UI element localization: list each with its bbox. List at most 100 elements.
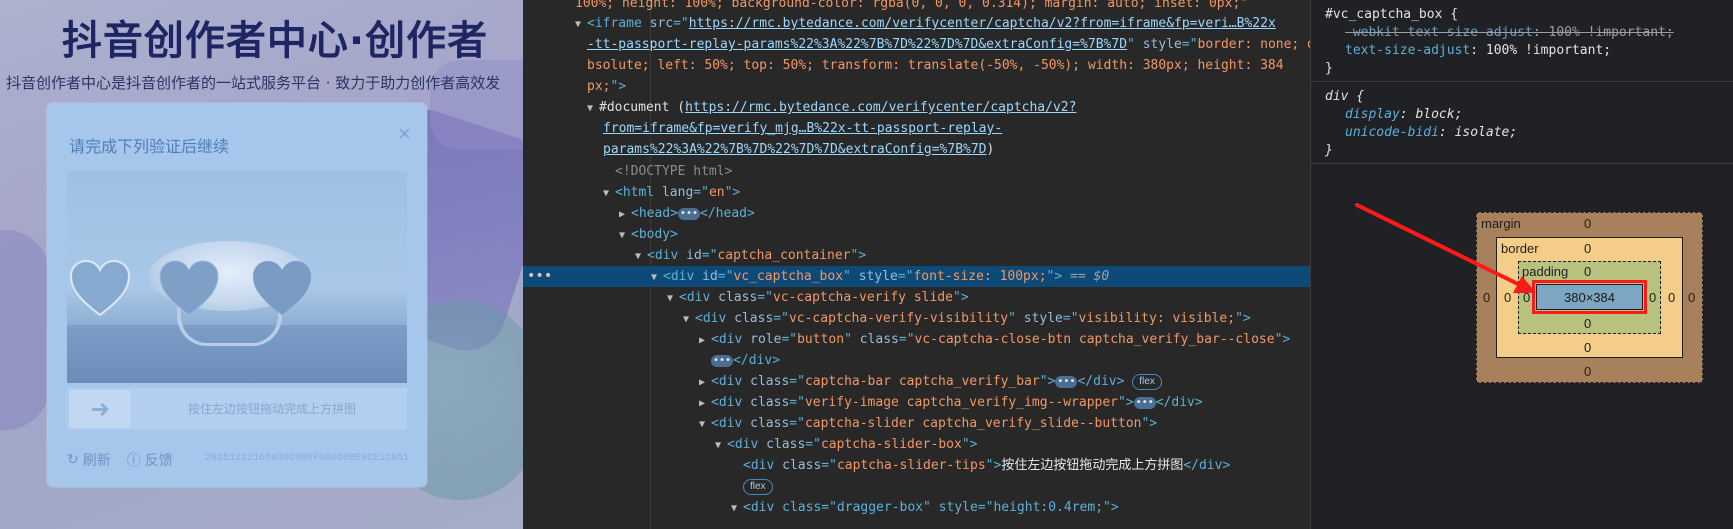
- ellipsis-badge[interactable]: •••: [711, 354, 734, 367]
- captcha-dialog: 请完成下列验证后继续 × ➜ 按住左边按钮拖动完成上方拼图 ↻刷新 ⓘ反馈: [47, 103, 427, 487]
- slider-handle[interactable]: ➜: [68, 389, 132, 429]
- iframe-src-link-cont[interactable]: -tt-passport-replay-params%22%3A%22%7B%7…: [587, 37, 1127, 52]
- document-url-link[interactable]: https://rmc.bytedance.com/verifycenter/c…: [685, 100, 1076, 115]
- css-declaration-overridden[interactable]: -webkit-text-size-adjust: 100% !importan…: [1345, 24, 1674, 41]
- rule-selector[interactable]: div {: [1325, 88, 1364, 105]
- dom-node-iframe-cont[interactable]: -tt-passport-replay-params%22%3A%22%7B%7…: [523, 34, 1310, 55]
- attr-value: captcha-slider-box: [820, 437, 962, 452]
- dom-node-iframe-cont[interactable]: px;">: [523, 76, 1310, 97]
- dom-node-html[interactable]: ▼ <html lang="en">: [523, 182, 1310, 203]
- flex-badge[interactable]: flex: [743, 478, 773, 495]
- section-divider: [1311, 163, 1733, 164]
- collapse-triangle-icon[interactable]: ▶: [699, 330, 711, 351]
- dom-node-slider-box[interactable]: ▼ <div class="captcha-slider-box">: [523, 434, 1310, 455]
- padding-bottom-value[interactable]: 0: [1584, 316, 1591, 331]
- expand-triangle-icon[interactable]: ▼: [683, 309, 695, 330]
- dom-node-vc-captcha-box-selected[interactable]: ••• ▼ <div id="vc_captcha_box" style="fon…: [523, 266, 1310, 287]
- padding-label: padding: [1522, 264, 1569, 279]
- attr-value: font-size: 100px;: [913, 269, 1047, 284]
- padding-top-value[interactable]: 0: [1584, 264, 1591, 279]
- captcha-image: [67, 171, 407, 383]
- ellipsis-badge[interactable]: •••: [1133, 396, 1156, 409]
- dom-node-verify-visibility[interactable]: ▼ <div class="vc-captcha-verify-visibilit…: [523, 308, 1310, 329]
- slider-track: ➜ 按住左边按钮拖动完成上方拼图: [67, 388, 407, 430]
- expand-triangle-icon[interactable]: ▼: [651, 267, 663, 288]
- padding-right-value[interactable]: 0: [1649, 290, 1656, 305]
- dom-node-captcha-container[interactable]: ▼ <div id="captcha_container">: [523, 245, 1310, 266]
- dom-node-head[interactable]: ▶ <head> ••• </head>: [523, 203, 1310, 224]
- border-top-value[interactable]: 0: [1584, 241, 1591, 256]
- css-declaration[interactable]: display: block;: [1345, 106, 1462, 123]
- dom-node-slider-tips-badge[interactable]: flex: [523, 476, 1310, 497]
- margin-right-value[interactable]: 0: [1688, 290, 1695, 305]
- expand-triangle-icon[interactable]: ▼: [575, 14, 587, 35]
- feedback-button[interactable]: ⓘ 反馈: [127, 450, 173, 470]
- dom-node-verify-image[interactable]: ▶ <div class="verify-image captcha_verify…: [523, 392, 1310, 413]
- dom-node-body[interactable]: ▼ <body>: [523, 224, 1310, 245]
- dom-node-captcha-bar[interactable]: ▶ <div class="captcha-bar captcha_verify_…: [523, 371, 1310, 392]
- page-subtitle: 抖音创作者中心是抖音创作者的一站式服务平台 · 致力于助力创作者高效发: [6, 74, 501, 92]
- attr-value: vc-captcha-close-btn captcha_verify_bar-…: [914, 332, 1275, 347]
- collapse-triangle-icon[interactable]: ▶: [699, 393, 711, 414]
- border-bottom-value[interactable]: 0: [1584, 340, 1591, 355]
- close-icon[interactable]: ×: [398, 121, 411, 147]
- captcha-serial: 20251222165930C998F0A0D8BE9CE1C951: [204, 453, 409, 464]
- expand-triangle-icon[interactable]: ▼: [715, 435, 727, 456]
- refresh-icon: ↻: [67, 452, 79, 468]
- collapse-triangle-icon[interactable]: ▶: [699, 372, 711, 393]
- refresh-button[interactable]: ↻ 刷新: [67, 450, 111, 470]
- css-declaration[interactable]: unicode-bidi: isolate;: [1345, 124, 1517, 141]
- dom-node-doctype[interactable]: <!DOCTYPE html>: [523, 161, 1310, 182]
- css-prop-value: : 100% !important;: [1532, 25, 1674, 40]
- rule-close: }: [1325, 61, 1333, 76]
- dom-node-iframe-cont[interactable]: bsolute; left: 50%; top: 50%; transform:…: [523, 55, 1310, 76]
- expand-triangle-icon[interactable]: ▼: [667, 288, 679, 309]
- dom-node-verify[interactable]: ▼ <div class="vc-captcha-verify slide">: [523, 287, 1310, 308]
- margin-top-value[interactable]: 0: [1584, 216, 1591, 231]
- dom-node-document-cont[interactable]: params%22%3A%22%7B%7D%22%7D%7D&extraConf…: [523, 139, 1310, 160]
- dom-node-iframe[interactable]: ▼ <iframe src="https://rmc.bytedance.com/…: [523, 13, 1310, 34]
- expand-triangle-icon[interactable]: ▼: [731, 498, 743, 519]
- iframe-src-link[interactable]: https://rmc.bytedance.com/verifycenter/c…: [689, 16, 1276, 31]
- css-declaration[interactable]: text-size-adjust: 100% !important;: [1345, 42, 1611, 59]
- css-prop-name: display: [1345, 107, 1400, 122]
- expand-triangle-icon[interactable]: ▼: [635, 246, 647, 267]
- document-url-link-cont[interactable]: params%22%3A%22%7B%7D%22%7D%7D&extraConf…: [603, 142, 987, 157]
- expand-triangle-icon[interactable]: ▼: [619, 225, 631, 246]
- dom-node-slider-tips[interactable]: <div class="captcha-slider-tips">按住左边按钮拖…: [523, 455, 1310, 476]
- box-model-diagram: 380×384 margin 0 0 0 0 border 0 0 0 0 pa…: [1476, 212, 1703, 383]
- dom-node-close-btn-end[interactable]: ••• </div>: [523, 350, 1310, 371]
- dom-node-close-btn[interactable]: ▶ <div role="button" class="vc-captcha-cl…: [523, 329, 1310, 350]
- attr-value: captcha-slider-tips: [836, 458, 986, 473]
- ellipsis-badge[interactable]: •••: [677, 207, 701, 220]
- border-left-value[interactable]: 0: [1504, 290, 1511, 305]
- expand-triangle-icon[interactable]: ▼: [587, 98, 599, 119]
- collapse-triangle-icon[interactable]: ▶: [619, 204, 631, 225]
- more-options-icon[interactable]: •••: [527, 266, 552, 287]
- rule-selector[interactable]: #vc_captcha_box {: [1325, 6, 1458, 23]
- document-url-link-cont[interactable]: from=iframe&fp=verify_mjg…B%22x-tt-passp…: [603, 121, 1002, 136]
- expand-triangle-icon[interactable]: ▼: [699, 414, 711, 435]
- margin-left-value[interactable]: 0: [1483, 290, 1490, 305]
- captcha-title: 请完成下列验证后继续: [69, 137, 230, 156]
- dom-node-document[interactable]: ▼ #document (https://rmc.bytedance.com/ve…: [523, 97, 1310, 118]
- attr-value: verify-image captcha_verify_img--wrapper: [804, 395, 1119, 410]
- padding-left-value[interactable]: 0: [1523, 290, 1530, 305]
- dom-node-captcha-slider[interactable]: ▼ <div class="captcha-slider captcha_veri…: [523, 413, 1310, 434]
- dom-node-document-cont[interactable]: from=iframe&fp=verify_mjg…B%22x-tt-passp…: [523, 118, 1310, 139]
- dom-node-dragger-box[interactable]: ▼ <div class="dragger-box" style="height:…: [523, 497, 1310, 518]
- attr-value: px;: [587, 79, 611, 94]
- margin-bottom-value[interactable]: 0: [1584, 364, 1591, 379]
- expand-triangle-icon[interactable]: ▼: [603, 183, 615, 204]
- puzzle-piece-heart-icon[interactable]: [69, 259, 131, 317]
- tag-text: <div class="dragger-box" style="height:0…: [743, 500, 1119, 515]
- text-node: 按住左边按钮拖动完成上方拼图: [1001, 458, 1184, 473]
- flex-badge[interactable]: flex: [1132, 373, 1162, 390]
- attr-value: captcha-bar captcha_verify_bar: [804, 374, 1040, 389]
- ellipsis-badge[interactable]: •••: [1055, 375, 1078, 388]
- console-ref: == $0: [1070, 269, 1110, 284]
- dom-node-overlay-style[interactable]: 100%; height: 100%; background-color: rg…: [523, 0, 1310, 14]
- attr-value: 100%; height: 100%; background-color: rg…: [575, 0, 1249, 11]
- border-right-value[interactable]: 0: [1668, 290, 1675, 305]
- css-prop-value: : isolate;: [1438, 125, 1518, 140]
